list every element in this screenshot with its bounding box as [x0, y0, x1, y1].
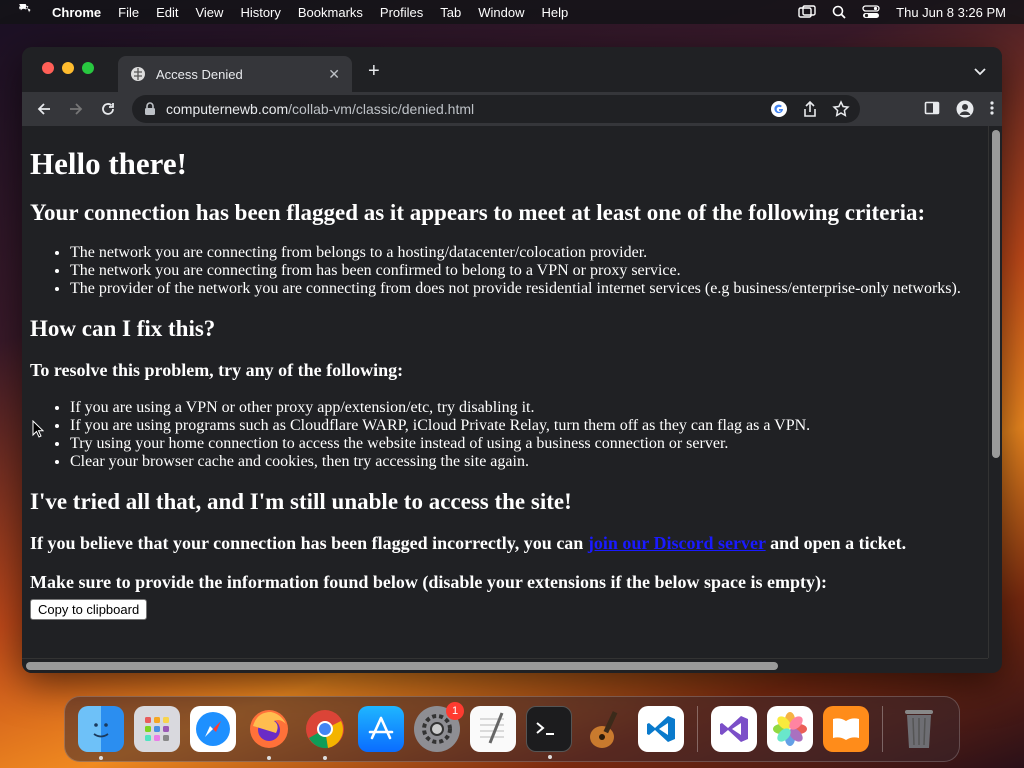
menu-bar: Chrome File Edit View History Bookmarks … — [0, 0, 1024, 24]
menu-history[interactable]: History — [240, 5, 280, 20]
back-arrow-icon[interactable] — [28, 101, 60, 117]
list-item: The network you are connecting from has … — [70, 262, 980, 280]
menu-file[interactable]: File — [118, 5, 139, 20]
google-icon[interactable] — [770, 100, 788, 118]
copy-to-clipboard-button[interactable]: Copy to clipboard — [30, 599, 148, 620]
control-center-icon[interactable] — [862, 5, 880, 19]
reload-icon[interactable] — [92, 101, 124, 117]
photos-icon[interactable] — [767, 706, 813, 752]
trash-icon[interactable] — [896, 706, 942, 752]
menu-help[interactable]: Help — [542, 5, 569, 20]
close-tab-icon[interactable]: ✕ — [328, 66, 340, 83]
minimize-window-button[interactable] — [62, 62, 74, 74]
mouse-pointer-icon — [32, 420, 44, 438]
list-item: If you are using programs such as Cloudf… — [70, 417, 980, 435]
close-window-button[interactable] — [42, 62, 54, 74]
notification-badge: 1 — [446, 702, 464, 720]
forward-arrow-icon[interactable] — [60, 101, 92, 117]
list-item: Try using your home connection to access… — [70, 435, 980, 453]
side-panel-icon[interactable] — [924, 100, 940, 118]
terminal-icon[interactable] — [526, 706, 572, 759]
horizontal-scrollbar[interactable] — [22, 658, 988, 673]
dock-separator — [697, 706, 698, 752]
garageband-icon[interactable] — [582, 706, 628, 752]
apple-icon[interactable] — [18, 4, 34, 20]
menu-bookmarks[interactable]: Bookmarks — [298, 5, 363, 20]
tab-strip: Access Denied ✕ + — [22, 47, 1002, 92]
browser-window: Access Denied ✕ + computernewb.com/colla… — [22, 47, 1002, 673]
menu-tab[interactable]: Tab — [440, 5, 461, 20]
textedit-icon[interactable] — [470, 706, 516, 752]
app-store-icon[interactable] — [358, 706, 404, 752]
page-heading: Hello there! — [30, 146, 187, 181]
chrome-icon[interactable] — [302, 706, 348, 760]
discord-paragraph: If you believe that your connection has … — [30, 533, 980, 554]
list-item: The provider of the network you are conn… — [70, 280, 980, 298]
vertical-scrollbar[interactable] — [988, 126, 1002, 658]
running-indicator — [323, 756, 327, 760]
criteria-list: The network you are connecting from belo… — [70, 244, 980, 298]
launchpad-icon[interactable] — [134, 706, 180, 752]
share-icon[interactable] — [802, 100, 818, 118]
system-settings-icon[interactable]: 1 — [414, 702, 464, 752]
visual-studio-icon[interactable] — [711, 706, 757, 752]
url-path: /collab-vm/classic/denied.html — [288, 101, 475, 117]
menu-window[interactable]: Window — [478, 5, 524, 20]
discord-text-pre: If you believe that your connection has … — [30, 533, 588, 553]
discord-link[interactable]: join our Discord server — [588, 533, 766, 553]
running-indicator — [548, 755, 552, 759]
window-controls — [42, 62, 102, 74]
url-host: computernewb.com — [166, 101, 289, 117]
menu-view[interactable]: View — [195, 5, 223, 20]
spotlight-search-icon[interactable] — [832, 5, 846, 19]
tab-access-denied[interactable]: Access Denied ✕ — [118, 56, 352, 92]
address-bar[interactable]: computernewb.com/collab-vm/classic/denie… — [132, 95, 860, 123]
new-tab-icon[interactable]: + — [368, 60, 380, 83]
zoom-window-button[interactable] — [82, 62, 94, 74]
menu-profiles[interactable]: Profiles — [380, 5, 423, 20]
horizontal-scroll-thumb[interactable] — [26, 662, 778, 670]
criteria-heading: Your connection has been flagged as it a… — [30, 200, 926, 225]
dock-separator — [882, 706, 883, 752]
finder-icon[interactable] — [78, 706, 124, 760]
running-indicator — [99, 756, 103, 760]
menu-edit[interactable]: Edit — [156, 5, 178, 20]
fixes-list: If you are using a VPN or other proxy ap… — [70, 399, 980, 471]
fix-heading: How can I fix this? — [30, 316, 216, 341]
dock: 1 — [64, 696, 960, 762]
firefox-icon[interactable] — [246, 706, 292, 760]
profile-avatar-icon[interactable] — [956, 100, 974, 118]
tab-title: Access Denied — [156, 66, 243, 82]
running-indicator — [267, 756, 271, 760]
screen-mirroring-icon[interactable] — [798, 5, 816, 19]
page-content: Hello there! Your connection has been fl… — [22, 126, 988, 658]
discord-text-post: and open a ticket. — [765, 533, 907, 553]
info-paragraph: Make sure to provide the information fou… — [30, 572, 828, 592]
books-icon[interactable] — [823, 706, 869, 752]
favicon-icon — [131, 67, 145, 81]
more-options-icon[interactable] — [990, 100, 994, 118]
vertical-scroll-thumb[interactable] — [992, 130, 1000, 458]
lock-icon[interactable] — [144, 102, 156, 116]
vscode-icon[interactable] — [638, 706, 684, 752]
bookmark-star-icon[interactable] — [832, 100, 850, 118]
list-item: Clear your browser cache and cookies, th… — [70, 453, 980, 471]
menubar-clock[interactable]: Thu Jun 8 3:26 PM — [896, 5, 1006, 20]
safari-icon[interactable] — [190, 706, 236, 752]
tab-search-icon[interactable] — [974, 63, 986, 81]
tried-heading: I've tried all that, and I'm still unabl… — [30, 489, 572, 514]
list-item: The network you are connecting from belo… — [70, 244, 980, 262]
menu-chrome[interactable]: Chrome — [52, 5, 101, 20]
resolve-heading: To resolve this problem, try any of the … — [30, 360, 404, 380]
list-item: If you are using a VPN or other proxy ap… — [70, 399, 980, 417]
browser-toolbar: computernewb.com/collab-vm/classic/denie… — [22, 92, 1002, 126]
